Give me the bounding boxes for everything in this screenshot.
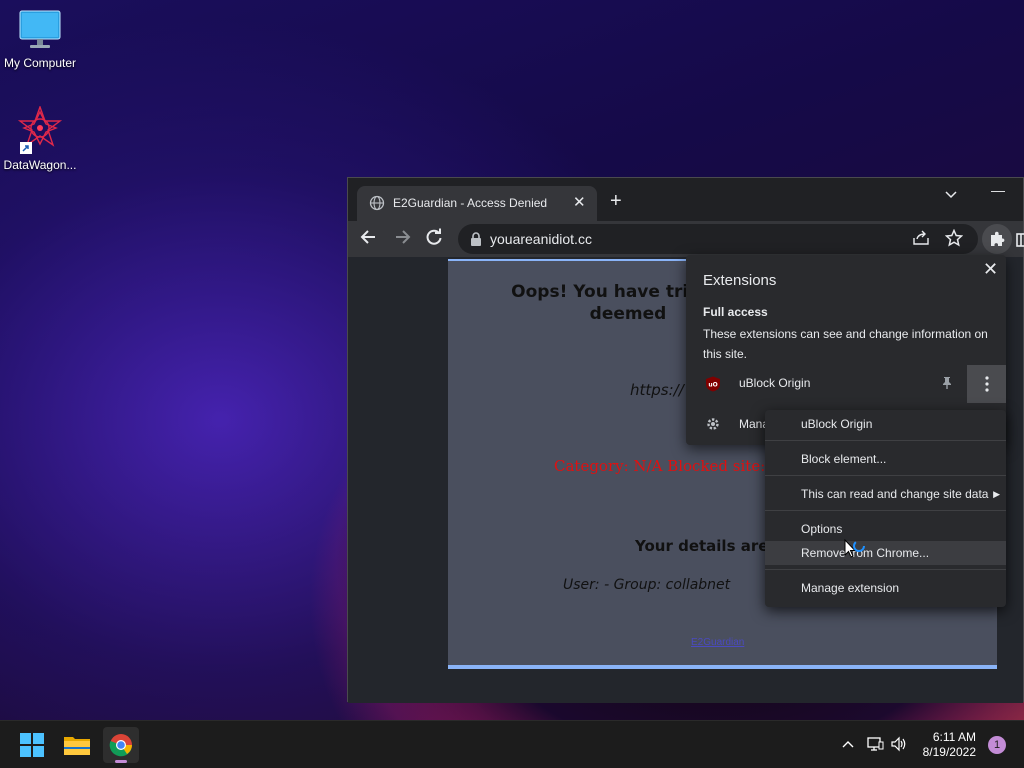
forward-arrow-icon[interactable] (393, 228, 411, 251)
extension-more-button[interactable] (967, 365, 1006, 403)
menu-divider (765, 569, 1006, 570)
menu-divider (765, 510, 1006, 511)
user-group-text: User: - Group: collabnet (563, 577, 731, 593)
gear-icon (706, 417, 720, 436)
side-panel-icon[interactable] (1016, 233, 1024, 252)
busy-cursor-icon (843, 538, 869, 569)
ublock-origin-icon: uO (705, 376, 721, 397)
extension-name: uBlock Origin (739, 376, 811, 390)
chrome-logo-icon (109, 734, 132, 757)
extension-context-menu: uBlock Origin Block element... This can … (765, 410, 1006, 607)
pin-icon[interactable] (941, 376, 953, 395)
desktop-icon-label: My Computer (3, 56, 77, 70)
menu-item-ublock-origin[interactable]: uBlock Origin (765, 412, 1006, 436)
svg-text:uO: uO (708, 382, 717, 389)
windows-logo-icon (20, 733, 44, 757)
url-text: youareanidiot.cc (490, 231, 592, 247)
globe-icon (369, 195, 385, 214)
start-button[interactable] (14, 727, 50, 763)
tab-title: E2Guardian - Access Denied (393, 196, 548, 210)
reload-icon[interactable] (425, 228, 443, 251)
notification-badge[interactable]: 1 (988, 736, 1006, 754)
menu-item-block-element[interactable]: Block element... (765, 447, 1006, 471)
file-explorer-button[interactable] (59, 727, 95, 763)
close-icon[interactable]: ✕ (983, 259, 998, 280)
tab-strip: E2Guardian - Access Denied ✕ + — (348, 178, 1023, 221)
bookmark-star-icon[interactable] (944, 228, 964, 250)
new-tab-icon[interactable]: + (610, 191, 622, 211)
desktop-icon-datawagon[interactable]: DataWagon... (0, 104, 80, 172)
clock-date: 8/19/2022 (922, 745, 976, 759)
category-text: Category: N/A Blocked site: (554, 457, 766, 475)
tab-close-icon[interactable]: ✕ (573, 193, 586, 211)
menu-item-remove-from-chrome[interactable]: Remove from Chrome... (765, 541, 1006, 565)
footer-link[interactable]: E2Guardian (691, 637, 744, 648)
menu-item-manage-extension[interactable]: Manage extension (765, 576, 1006, 600)
more-vert-icon (985, 376, 989, 392)
taskbar: 6:11 AM 8/19/2022 1 (0, 720, 1024, 768)
monitor-icon (18, 8, 62, 52)
datawagon-logo-icon (16, 104, 64, 154)
share-icon[interactable] (912, 230, 930, 249)
network-icon[interactable] (866, 736, 884, 757)
submenu-arrow-icon: ▶ (993, 489, 1000, 499)
full-access-description: These extensions can see and change info… (703, 327, 988, 361)
address-bar[interactable]: youareanidiot.cc (458, 224, 978, 254)
puzzle-icon (991, 231, 1005, 246)
details-heading: Your details are b (635, 537, 785, 555)
shortcut-arrow-icon (20, 142, 32, 154)
back-arrow-icon[interactable] (360, 228, 378, 251)
menu-divider (765, 440, 1006, 441)
folder-icon (64, 737, 90, 755)
clock[interactable]: 6:11 AM 8/19/2022 (904, 730, 976, 760)
menu-item-options[interactable]: Options (765, 517, 1006, 541)
clock-time: 6:11 AM (932, 730, 976, 744)
extension-row-ublock[interactable]: uO uBlock Origin (686, 365, 1006, 403)
full-access-heading: Full access (703, 305, 768, 319)
desktop-icon-label: DataWagon... (3, 158, 77, 172)
chevron-up-icon[interactable] (842, 738, 854, 756)
extensions-puzzle-button[interactable] (982, 224, 1012, 254)
desktop-icon-my-computer[interactable]: My Computer (0, 8, 80, 70)
site-data-label: This can read and change site data (801, 487, 989, 501)
lock-icon[interactable] (470, 232, 482, 249)
chrome-taskbar-button[interactable] (103, 727, 139, 763)
active-indicator (115, 760, 127, 763)
menu-divider (765, 475, 1006, 476)
extensions-popup-title: Extensions (703, 272, 777, 289)
browser-toolbar: youareanidiot.cc (348, 221, 1024, 257)
blocked-url: https:// (630, 381, 684, 399)
browser-tab[interactable]: E2Guardian - Access Denied ✕ (357, 186, 597, 221)
tab-search-chevron-icon[interactable] (945, 187, 957, 205)
minimize-icon[interactable]: — (991, 182, 1005, 198)
menu-item-site-data[interactable]: This can read and change site data ▶ (765, 482, 1006, 506)
